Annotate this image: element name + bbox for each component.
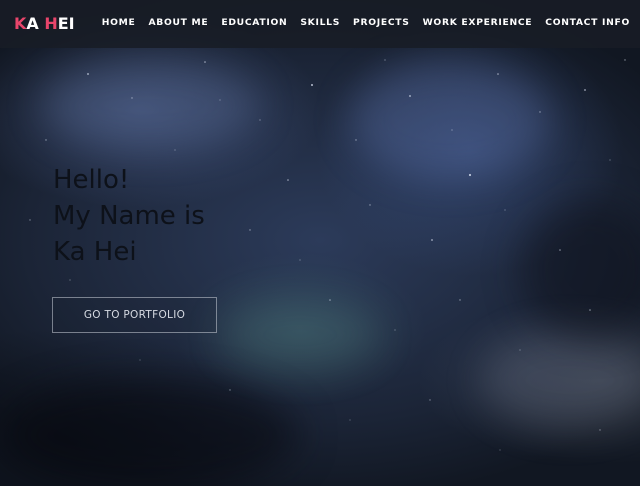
nav-links: HOME ABOUT ME EDUCATION SKILLS PROJECTS … (89, 17, 630, 29)
top-navbar: KA HEI HOME ABOUT ME EDUCATION SKILLS PR… (0, 0, 640, 48)
hero-heading: Hello! My Name is Ka Hei (53, 162, 205, 270)
nav-link-projects[interactable]: PROJECTS (353, 17, 410, 29)
hero-line-name: Ka Hei (53, 237, 137, 267)
hero-line-greeting: Hello! (53, 165, 130, 195)
nav-link-skills[interactable]: SKILLS (300, 17, 340, 29)
nav-link-about-me[interactable]: ABOUT ME (148, 17, 208, 29)
page: KA HEI HOME ABOUT ME EDUCATION SKILLS PR… (0, 0, 640, 486)
nav-link-work-experience[interactable]: WORK EXPERIENCE (423, 17, 533, 29)
go-to-portfolio-button[interactable]: GO TO PORTFOLIO (52, 297, 217, 333)
nav-link-education[interactable]: EDUCATION (221, 17, 287, 29)
nav-link-home[interactable]: HOME (102, 17, 136, 29)
nav-link-contact-info[interactable]: CONTACT INFO (545, 17, 630, 29)
brand-logo[interactable]: KA HEI (14, 14, 75, 34)
hero-line-intro: My Name is (53, 201, 205, 231)
